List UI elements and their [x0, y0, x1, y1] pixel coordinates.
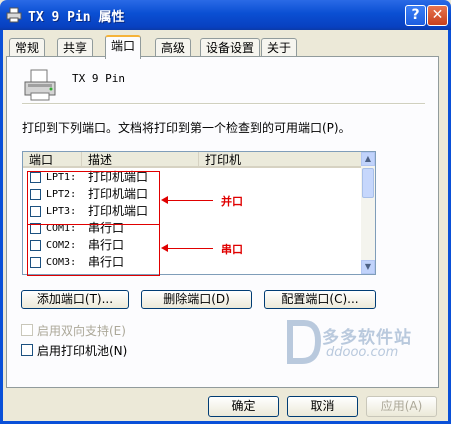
- help-button[interactable]: ?: [405, 5, 426, 26]
- tab-ports[interactable]: 端口: [105, 35, 142, 59]
- apply-button[interactable]: 应用(A): [366, 396, 437, 417]
- add-port-button[interactable]: 添加端口(T)...: [21, 290, 129, 309]
- tab-sharing[interactable]: 共享: [57, 38, 94, 57]
- port-list-scrollbar[interactable]: ▲ ▼: [361, 152, 375, 274]
- tab-about[interactable]: 关于: [261, 38, 298, 57]
- watermark-url: ddooo.com: [326, 345, 399, 360]
- column-header-port[interactable]: 端口: [23, 152, 81, 168]
- window-title: TX 9 Pin 属性: [28, 10, 125, 25]
- printer-small-icon: [6, 7, 22, 23]
- cancel-button[interactable]: 取消: [287, 396, 358, 417]
- tab-advanced[interactable]: 高级: [155, 38, 192, 57]
- watermark-logo-icon: [287, 320, 322, 364]
- parallel-highlight-box: [27, 171, 160, 225]
- title-bar: TX 9 Pin 属性 ? ✕: [0, 0, 451, 30]
- pooling-checkbox[interactable]: [21, 344, 33, 356]
- separator: [22, 103, 425, 105]
- scroll-up-icon[interactable]: ▲: [361, 152, 375, 166]
- serial-highlight-box: [27, 224, 160, 276]
- delete-port-button[interactable]: 删除端口(D): [141, 290, 252, 309]
- printer-icon: [24, 69, 56, 101]
- ok-button[interactable]: 确定: [208, 396, 279, 417]
- bidirectional-checkbox[interactable]: [21, 324, 33, 336]
- close-button[interactable]: ✕: [427, 5, 448, 26]
- column-header-description[interactable]: 描述: [81, 152, 198, 168]
- parallel-annotation: 并口: [221, 195, 243, 208]
- bidirectional-label: 启用双向支持(E): [37, 324, 126, 338]
- scroll-down-icon[interactable]: ▼: [361, 260, 375, 274]
- instruction-text: 打印到下列端口。文档将打印到第一个检查到的可用端口(P)。: [22, 121, 351, 135]
- serial-arrow-icon: [161, 244, 213, 252]
- column-header-printer[interactable]: 打印机: [198, 152, 361, 168]
- parallel-arrow-icon: [161, 196, 213, 204]
- tab-device-settings[interactable]: 设备设置: [200, 38, 261, 57]
- serial-annotation: 串口: [221, 243, 243, 256]
- pooling-label: 启用打印机池(N): [37, 344, 128, 358]
- configure-port-button[interactable]: 配置端口(C)...: [264, 290, 376, 309]
- tab-general[interactable]: 常规: [9, 38, 46, 57]
- watermark: 多多软件站 ddooo.com: [280, 315, 435, 375]
- printer-name: TX 9 Pin: [72, 72, 125, 85]
- scroll-thumb[interactable]: [362, 168, 374, 198]
